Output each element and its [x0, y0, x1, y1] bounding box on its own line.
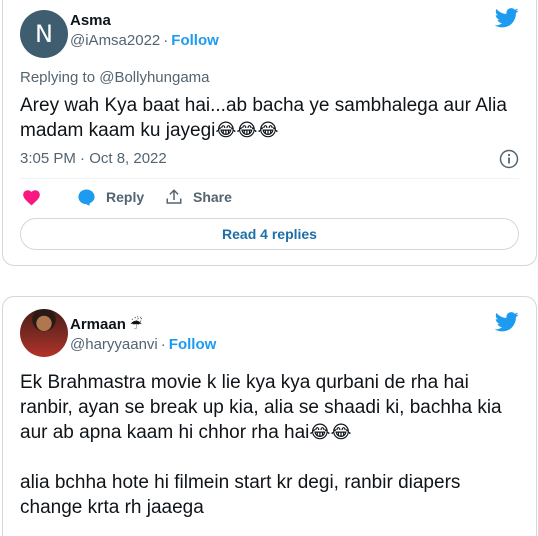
author-name[interactable]: Asma — [70, 12, 111, 29]
author-handle[interactable]: @haryyaanvi — [70, 336, 158, 353]
divider — [20, 178, 519, 179]
replying-to[interactable]: Replying to @Bollyhungama — [20, 69, 210, 86]
tweet-text-line-3: aur ab apna kaam hi chhor rha hai — [20, 422, 310, 443]
laughing-emoji: 😂😂 — [309, 422, 352, 443]
reply-label: Reply — [106, 189, 145, 205]
share-label: Share — [193, 189, 232, 205]
reply-button[interactable]: Reply — [77, 188, 144, 206]
separator-dot: · — [163, 32, 169, 49]
twitter-bird-icon[interactable] — [495, 312, 519, 332]
laughing-emoji: 😂😂😂 — [215, 120, 279, 141]
tweet-text: Ek Brahmastra movie k lie kya kya qurban… — [20, 370, 502, 520]
author-name-row: Armaan ☔ — [70, 316, 142, 333]
tweet-text-line-1: Arey wah Kya baat hai...ab bacha ye samb… — [20, 95, 507, 116]
avatar-letter: N — [35, 20, 53, 48]
author-name[interactable]: Armaan — [70, 316, 126, 333]
info-icon[interactable] — [499, 149, 519, 169]
avatar[interactable] — [20, 309, 68, 357]
author-handle-row: @haryyaanvi · Follow — [70, 336, 216, 353]
heart-icon — [23, 190, 40, 206]
tweet-card-2[interactable]: Armaan ☔ @haryyaanvi · Follow Ek Brahmastra… — [2, 296, 537, 536]
follow-button[interactable]: Follow — [169, 336, 217, 353]
tweet-text-line-2: ranbir, ayan se break up kia, alia se sh… — [20, 397, 502, 418]
reply-bubble-icon — [78, 189, 95, 206]
share-icon — [166, 189, 182, 204]
author-handle-row: @iAmsa2022 · Follow — [70, 32, 219, 49]
follow-button[interactable]: Follow — [171, 32, 219, 49]
tweet-text-line-4: alia bchha hote hi filmein start kr degi… — [20, 472, 461, 493]
tweet-text-line-5: change krta rh jaaega — [20, 497, 204, 518]
author-handle[interactable]: @iAmsa2022 — [70, 32, 160, 49]
umbrella-icon: ☔ — [129, 316, 143, 332]
avatar[interactable]: N — [20, 10, 68, 58]
tweet-text: Arey wah Kya baat hai...ab bacha ye samb… — [20, 93, 507, 143]
share-button[interactable]: Share — [165, 188, 232, 206]
like-button[interactable] — [22, 188, 51, 206]
twitter-bird-icon[interactable] — [495, 8, 519, 28]
separator-dot: · — [160, 336, 166, 353]
timestamp[interactable]: 3:05 PM · Oct 8, 2022 — [20, 150, 167, 167]
read-replies-button[interactable]: Read 4 replies — [20, 218, 519, 250]
tweet-text-line-1: Ek Brahmastra movie k lie kya kya qurban… — [20, 372, 469, 393]
tweet-card-1[interactable]: N Asma @iAmsa2022 · Follow Replying to @Bo… — [2, 0, 537, 266]
tweet-text-line-2: madam kaam ku jayegi — [20, 120, 216, 141]
